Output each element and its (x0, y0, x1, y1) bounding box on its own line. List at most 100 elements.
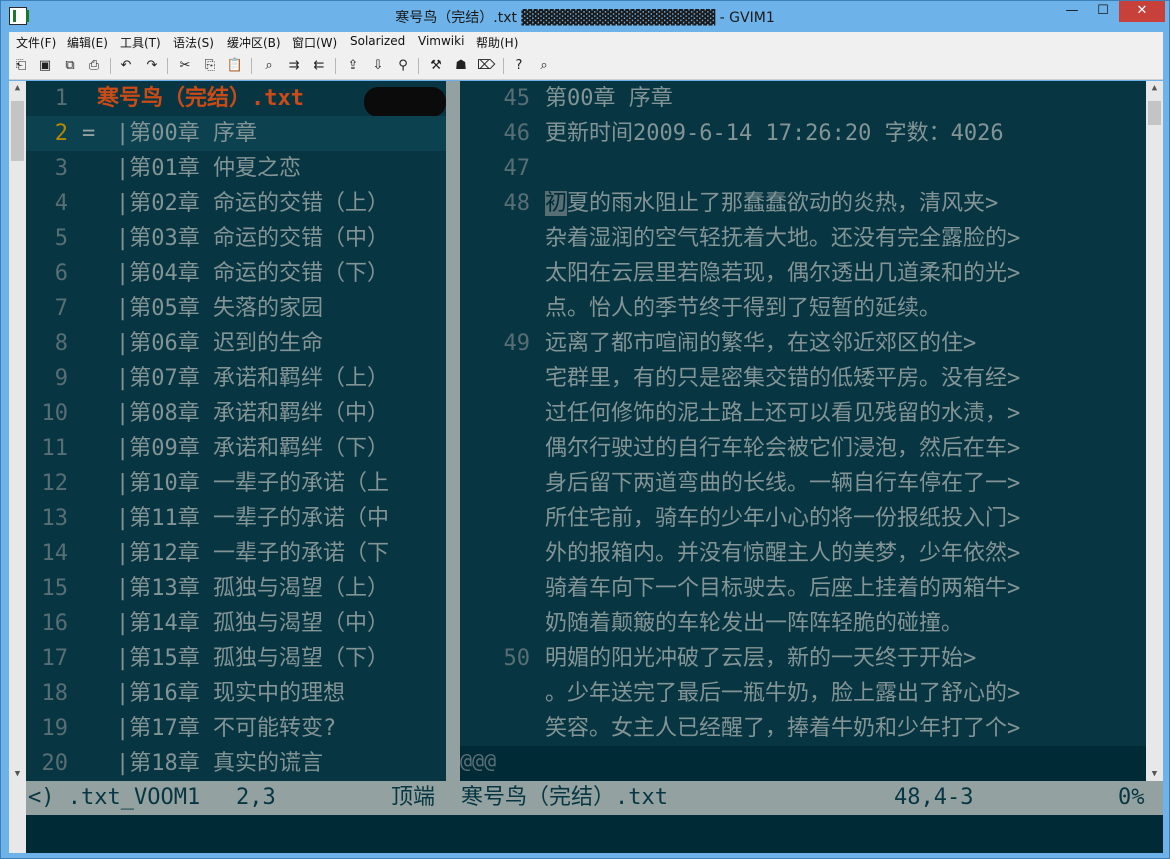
scroll-up-arrow-icon[interactable]: ▲ (9, 83, 26, 93)
voom-outline-pane[interactable]: 1 寒号鸟（完结）.txt 2 = |第00章 序章 3 |第01章 仲夏之恋 … (26, 81, 446, 781)
outline-heading: |第03章 命运的交错（中） (116, 226, 389, 251)
outline-row[interactable]: 11 |第09章 承诺和羁绊（下） (26, 431, 446, 466)
line-number: 17 (41, 646, 69, 671)
open-icon[interactable]: ⎗ (12, 57, 30, 75)
scrollbar-thumb[interactable] (1148, 101, 1161, 125)
outline-row[interactable]: 4 |第02章 命运的交错（上） (26, 186, 446, 221)
left-scrollbar[interactable]: ▲ ▼ (9, 81, 26, 781)
editor-area[interactable]: ▲ ▼ 1 寒号鸟（完结）.txt 2 = |第00章 序章 3 |第01章 仲… (9, 81, 1163, 853)
outline-row[interactable]: 19 |第17章 不可能转变? (26, 711, 446, 746)
menu-syntax[interactable]: 语法(S) (173, 34, 214, 51)
scroll-down-arrow-icon[interactable]: ▼ (9, 769, 26, 779)
find-next-icon[interactable]: ⇉ (285, 57, 303, 75)
text-line[interactable]: 笑容。女主人已经醒了，捧着牛奶和少年打了个> (545, 711, 1145, 746)
outline-heading: |第17章 不可能转变? (116, 716, 337, 741)
text-line[interactable]: 外的报箱内。并没有惊醒主人的美梦，少年依然> (545, 536, 1145, 571)
find-prev-icon[interactable]: ⇇ (310, 57, 328, 75)
outline-row[interactable]: 1 寒号鸟（完结）.txt (26, 81, 446, 117)
shell-icon[interactable]: ☗ (452, 57, 470, 75)
line-number: 12 (41, 471, 69, 496)
line-number: 46 (503, 121, 531, 146)
load-session-icon[interactable]: ⇪ (344, 57, 362, 75)
undo-icon[interactable]: ↶ (117, 57, 135, 75)
text-line[interactable]: 第00章 序章 (545, 81, 1145, 116)
menu-vimwiki[interactable]: Vimwiki (418, 34, 464, 48)
save-all-icon[interactable]: ⧉ (61, 57, 79, 75)
outline-row[interactable]: 9 |第07章 承诺和羁绊（上） (26, 361, 446, 396)
menu-solarized[interactable]: Solarized (350, 34, 405, 48)
text-line[interactable]: 宅群里，有的只是密集交错的低矮平房。没有经> (545, 361, 1145, 396)
scrollbar-thumb[interactable] (11, 101, 24, 161)
outline-row[interactable]: 20 |第18章 真实的谎言 (26, 746, 446, 781)
menu-buffers[interactable]: 缓冲区(B) (227, 34, 281, 51)
outline-row[interactable]: 17 |第15章 孤独与渴望（下） (26, 641, 446, 676)
outline-row[interactable]: 16 |第14章 孤独与渴望（中） (26, 606, 446, 641)
outline-row[interactable]: 5 |第03章 命运的交错（中） (26, 221, 446, 256)
save-session-icon[interactable]: ⇩ (369, 57, 387, 75)
text-cursor: 初 (545, 191, 568, 216)
status-buffer-name: 寒号鸟（完结）.txt (461, 785, 668, 810)
text-line[interactable]: 点。怡人的季节终于得到了短暂的延续。 (545, 291, 1145, 326)
outline-heading: |第11章 一辈子的承诺（中 (116, 506, 389, 531)
paste-icon[interactable]: 📋 (226, 57, 244, 75)
line-number: 11 (41, 436, 69, 461)
text-line[interactable]: 太阳在云层里若隐若现，偶尔透出几道柔和的光> (545, 256, 1145, 291)
text-line[interactable]: 过任何修饰的泥土路上还可以看见残留的水渍，> (545, 396, 1145, 431)
find-replace-icon[interactable]: ⌕ (260, 57, 278, 75)
vertical-split-divider[interactable] (446, 81, 460, 781)
outline-heading: |第18章 真实的谎言 (116, 751, 323, 776)
redo-icon[interactable]: ↷ (143, 57, 161, 75)
make-icon[interactable]: ⚒ (427, 57, 445, 75)
outline-row-current[interactable]: 2 = |第00章 序章 (26, 116, 446, 151)
gvim-window: 寒号鸟（完结）.txt ▓▓▓▓▓▓▓▓▓▓▓▓▓▓▓▓▓▓ - GVIM1 —… (0, 0, 1170, 859)
text-line[interactable]: 更新时间2009-6-14 17:26:20 字数：4026 (545, 116, 1145, 151)
outline-row[interactable]: 14 |第12章 一辈子的承诺（下 (26, 536, 446, 571)
status-scroll-position: 0% (1118, 785, 1145, 810)
text-line[interactable]: 远离了都市喧闹的繁华，在这邻近郊区的住> (545, 326, 1145, 361)
cut-icon[interactable]: ✂ (176, 57, 194, 75)
text-line[interactable]: 。少年送完了最后一瓶牛奶，脸上露出了舒心的> (545, 676, 1145, 711)
help-icon[interactable]: ? (510, 57, 528, 75)
menu-tools[interactable]: 工具(T) (120, 34, 161, 51)
command-line[interactable] (26, 815, 1163, 853)
redaction-mark (364, 87, 446, 117)
close-button[interactable]: ✕ (1119, 1, 1165, 22)
print-icon[interactable]: ⎙ (85, 57, 103, 75)
outline-row[interactable]: 8 |第06章 迟到的生命 (26, 326, 446, 361)
text-line[interactable]: 身后留下两道弯曲的长线。一辆自行车停在了一> (545, 466, 1145, 501)
title-bar[interactable]: 寒号鸟（完结）.txt ▓▓▓▓▓▓▓▓▓▓▓▓▓▓▓▓▓▓ - GVIM1 —… (1, 1, 1169, 32)
line-number: 4 (54, 191, 68, 216)
copy-icon[interactable]: ⎘ (201, 57, 219, 75)
outline-row[interactable]: 3 |第01章 仲夏之恋 (26, 151, 446, 186)
right-scrollbar[interactable]: ▲ ▼ (1146, 81, 1163, 781)
menu-help[interactable]: 帮助(H) (476, 34, 518, 51)
outline-row[interactable]: 12 |第10章 一辈子的承诺（上 (26, 466, 446, 501)
save-icon[interactable]: ▣ (36, 57, 54, 75)
minimize-button[interactable]: — (1058, 1, 1086, 22)
outline-row[interactable]: 7 |第05章 失落的家园 (26, 291, 446, 326)
menu-file[interactable]: 文件(F) (16, 34, 56, 51)
text-line[interactable]: 所住宅前，骑车的少年小心的将一份报纸投入门> (545, 501, 1145, 536)
overflow-marker: @@@ (460, 749, 497, 773)
text-line[interactable]: 奶随着颠簸的车轮发出一阵阵轻脆的碰撞。 (545, 606, 1145, 641)
outline-row[interactable]: 18 |第16章 现实中的理想 (26, 676, 446, 711)
outline-row[interactable]: 6 |第04章 命运的交错（下） (26, 256, 446, 291)
find-help-icon[interactable]: ⌕ (535, 57, 553, 75)
text-line-with-cursor[interactable]: 初夏的雨水阻止了那蠢蠢欲动的炎热，清风夹> (545, 186, 1145, 221)
outline-row[interactable]: 10 |第08章 承诺和羁绊（中） (26, 396, 446, 431)
text-line[interactable]: 偶尔行驶过的自行车轮会被它们浸泡，然后在车> (545, 431, 1145, 466)
scroll-up-arrow-icon[interactable]: ▲ (1146, 83, 1163, 93)
menu-window[interactable]: 窗口(W) (292, 34, 337, 51)
text-line[interactable]: 杂着湿润的空气轻抚着大地。还没有完全露脸的> (545, 221, 1145, 256)
toolbar: ⎗ ▣ ⧉ ⎙ ↶ ↷ ✂ ⎘ 📋 ⌕ ⇉ ⇇ ⇪ ⇩ ⚲ ⚒ ☗ ⌦ ? ⌕ (9, 52, 1163, 80)
maximize-button[interactable]: ☐ (1089, 1, 1117, 22)
outline-row[interactable]: 15 |第13章 孤独与渴望（上） (26, 571, 446, 606)
text-buffer-pane[interactable]: 45 第00章 序章 46 更新时间2009-6-14 17:26:20 字数：… (460, 81, 1146, 781)
scroll-down-arrow-icon[interactable]: ▼ (1146, 769, 1163, 779)
text-line[interactable]: 明媚的阳光冲破了云层，新的一天终于开始> (545, 641, 1145, 676)
tag-jump-icon[interactable]: ⌦ (477, 57, 495, 75)
text-line[interactable]: 骑着车向下一个目标驶去。后座上挂着的两箱牛> (545, 571, 1145, 606)
run-script-icon[interactable]: ⚲ (394, 57, 412, 75)
outline-row[interactable]: 13 |第11章 一辈子的承诺（中 (26, 501, 446, 536)
menu-edit[interactable]: 编辑(E) (67, 34, 108, 51)
